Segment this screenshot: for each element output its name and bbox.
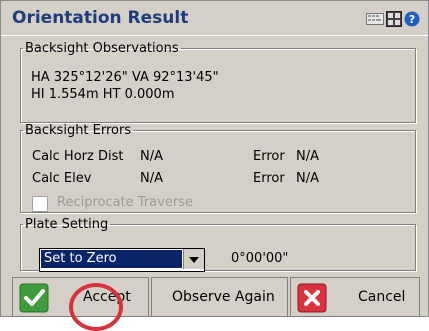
backsight-errors-legend: Backsight Errors [25,123,132,138]
observe-again-button[interactable]: Observe Again [151,277,288,317]
plate-setting-group: Plate Setting Set to Zero 0°00'00" [20,217,416,272]
reciprocate-traverse-label: Reciprocate Traverse [57,195,193,210]
titlebar-icons: ? [366,11,420,27]
backsight-errors-group: Backsight Errors Calc Horz Dist N/A Erro… [20,123,416,213]
elev-error-value: N/A [296,171,319,186]
calc-elev-value: N/A [140,171,163,186]
plate-setting-selected: Set to Zero [41,250,182,268]
elev-error-label: Error [253,171,285,186]
plate-angle-value: 0°00'00" [231,251,289,266]
cancel-label: Cancel [358,289,406,305]
backsight-observations-legend: Backsight Observations [25,41,179,56]
close-icon [297,283,327,313]
observation-angles: HA 325°12'26" VA 92°13'45" [31,70,219,85]
window-title: Orientation Result [12,8,189,28]
calc-horz-dist-label: Calc Horz Dist [32,149,124,164]
plate-setting-dropdown[interactable]: Set to Zero [39,248,205,272]
checkmark-icon [19,283,49,313]
cancel-button[interactable]: Cancel [290,277,420,317]
grid-icon[interactable] [386,11,402,27]
svg-text:?: ? [409,13,415,26]
observe-again-label: Observe Again [172,289,275,305]
title-bar: Orientation Result ? [1,1,428,36]
reciprocate-traverse-checkbox[interactable] [32,196,48,212]
keyboard-icon[interactable] [366,12,384,26]
orientation-result-window: Orientation Result ? Backsight Observati… [0,0,429,331]
observation-heights: HI 1.554m HT 0.000m [31,87,175,102]
button-bar: Accept Observe Again Cancel [1,277,428,317]
chevron-down-icon[interactable] [183,249,204,269]
calc-horz-dist-value: N/A [140,149,163,164]
plate-setting-legend: Plate Setting [25,217,109,232]
calc-elev-label: Calc Elev [32,171,92,186]
backsight-observations-group: Backsight Observations HA 325°12'26" VA … [20,41,416,123]
horz-error-label: Error [253,149,285,164]
horz-error-value: N/A [296,149,319,164]
help-icon[interactable]: ? [404,11,420,27]
highlight-circle [69,283,123,331]
